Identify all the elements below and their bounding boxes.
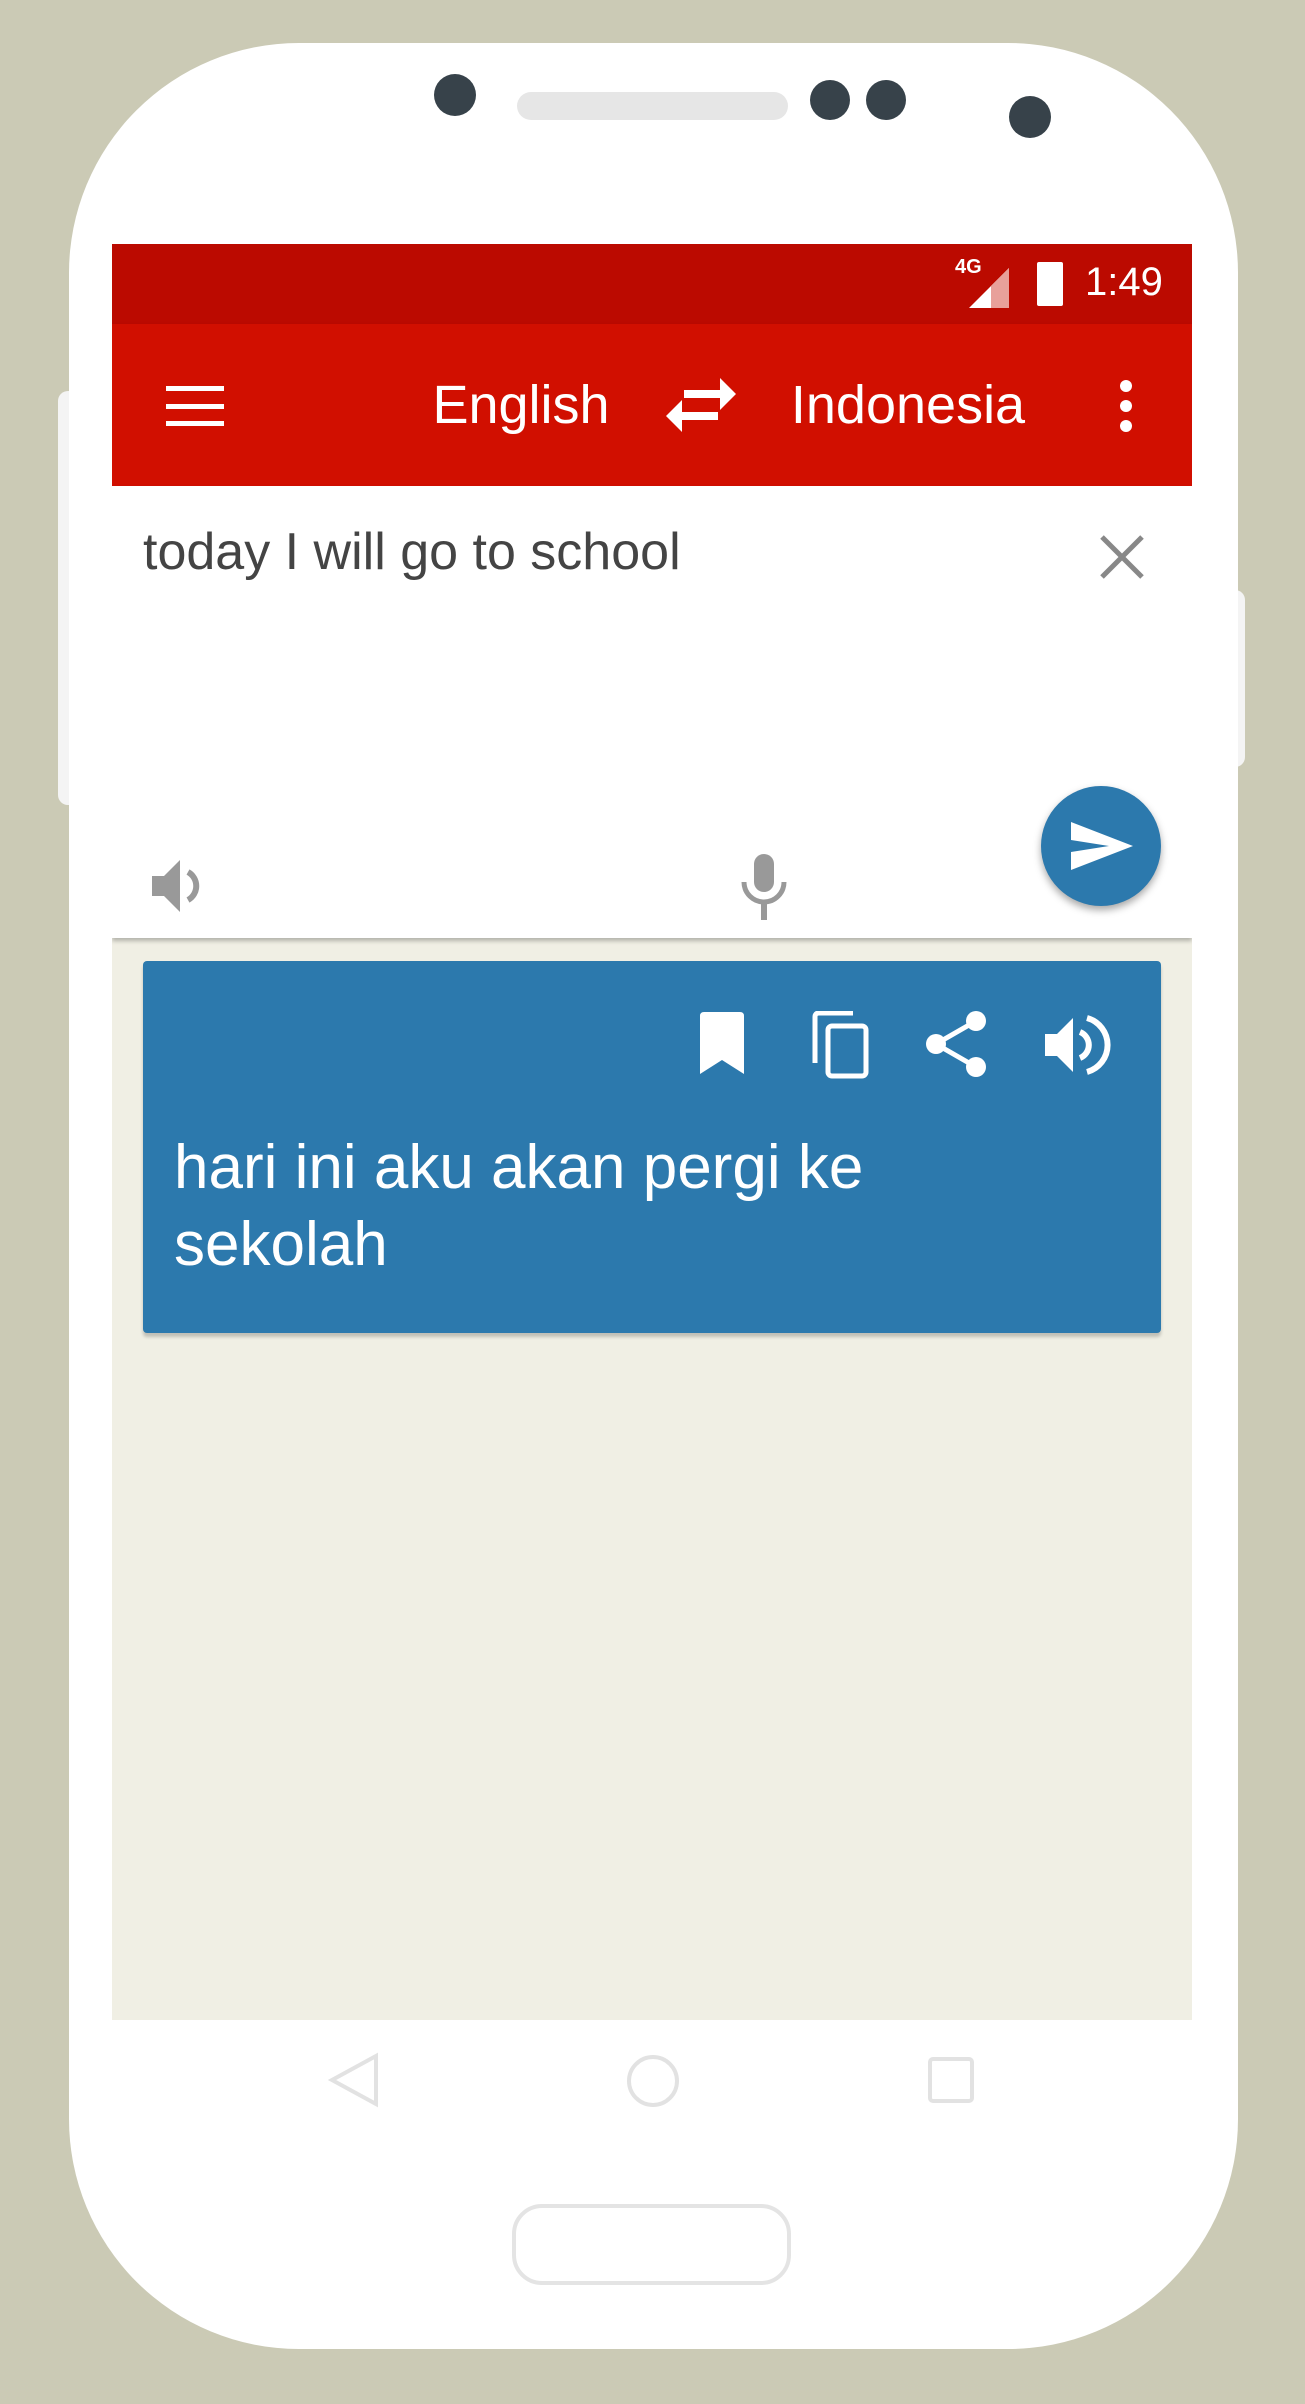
menu-icon[interactable] xyxy=(166,386,224,426)
share-icon[interactable] xyxy=(922,1009,992,1079)
nav-home-icon[interactable] xyxy=(626,2054,680,2108)
toolbar: English Indonesia xyxy=(112,324,1192,486)
source-text-input[interactable]: today I will go to school xyxy=(143,522,681,582)
microphone-icon[interactable] xyxy=(736,852,792,922)
send-icon xyxy=(1071,822,1133,870)
status-time: 1:49 xyxy=(1085,260,1163,304)
more-options-icon[interactable] xyxy=(1116,380,1136,432)
swap-languages-icon[interactable] xyxy=(664,376,738,434)
sensor xyxy=(1009,96,1051,138)
sensor xyxy=(866,80,906,120)
app-screen: 4G 1:49 English Indonesia today I will g… xyxy=(112,244,1192,2020)
status-bar: 4G 1:49 xyxy=(112,244,1192,324)
speaker-icon[interactable] xyxy=(150,854,214,918)
copy-icon[interactable] xyxy=(811,1011,873,1079)
bookmark-icon[interactable] xyxy=(696,1012,748,1076)
input-panel: today I will go to school xyxy=(112,486,1192,938)
nav-back-icon[interactable] xyxy=(326,2052,382,2108)
sensor xyxy=(810,80,850,120)
speaker-grille xyxy=(517,92,788,120)
front-camera xyxy=(434,74,476,116)
nav-recents-icon[interactable] xyxy=(927,2056,975,2104)
translation-text: hari ini aku akan pergi ke sekolah xyxy=(174,1133,864,1279)
source-language-button[interactable]: English xyxy=(432,374,609,436)
network-type: 4G xyxy=(955,256,982,278)
translate-button[interactable] xyxy=(1041,786,1161,906)
translation-card: hari ini aku akan pergi ke sekolah xyxy=(143,961,1161,1333)
physical-home-button[interactable] xyxy=(512,2204,791,2285)
target-language-button[interactable]: Indonesia xyxy=(791,374,1025,436)
clear-icon[interactable] xyxy=(1099,534,1145,580)
battery-icon xyxy=(1037,262,1063,306)
speak-translation-icon[interactable] xyxy=(1043,1012,1115,1078)
